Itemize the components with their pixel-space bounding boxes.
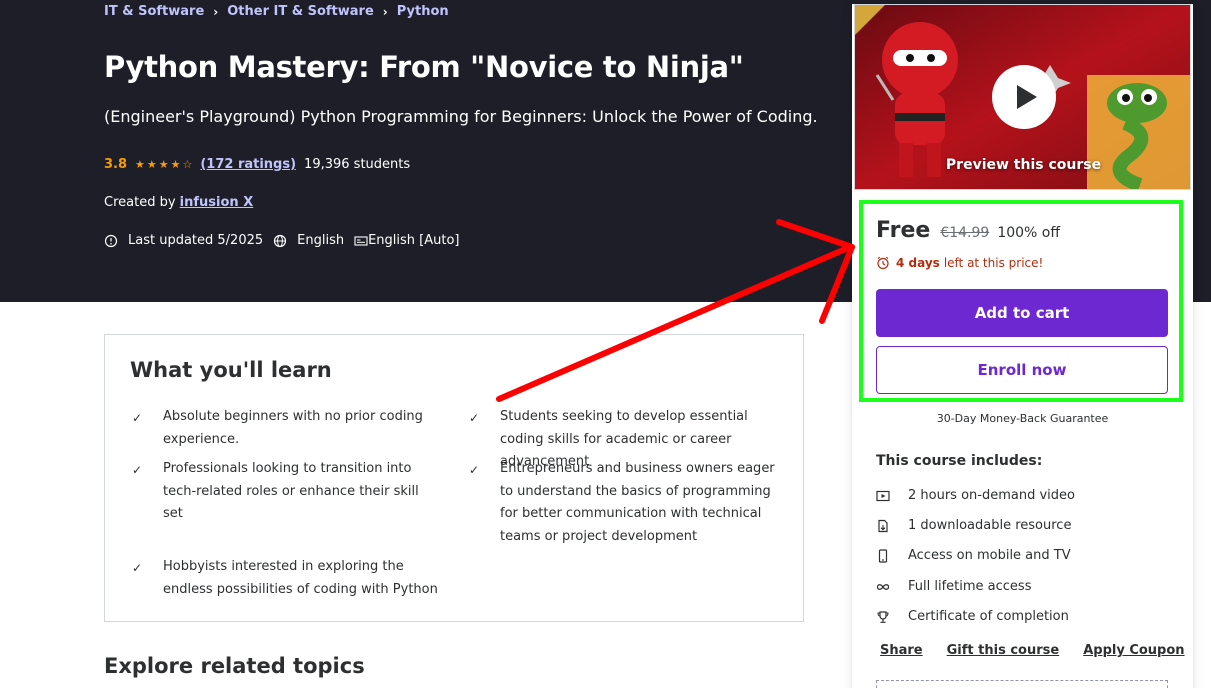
last-updated-text: Last updated 5/2025 bbox=[128, 233, 264, 248]
learn-item: ✓ Professionals looking to transition in… bbox=[132, 461, 419, 521]
breadcrumb-it-software[interactable]: IT & Software bbox=[104, 4, 204, 19]
checkmark-icon: ✓ bbox=[469, 463, 480, 477]
breadcrumb-python[interactable]: Python bbox=[397, 4, 449, 19]
share-link[interactable]: Share bbox=[880, 643, 923, 658]
checkmark-icon: ✓ bbox=[132, 561, 143, 575]
rating-value: 3.8 bbox=[104, 157, 128, 172]
breadcrumb: IT & Software › Other IT & Software › Py… bbox=[104, 4, 449, 19]
infinity-icon bbox=[876, 580, 890, 594]
urgency-days: 4 days bbox=[896, 256, 940, 270]
includes-title: This course includes: bbox=[876, 453, 1043, 469]
rating-row: 3.8 ★★★★☆ (172 ratings) 19,396 students bbox=[104, 157, 410, 172]
alert-badge-icon bbox=[104, 234, 118, 248]
file-download-icon bbox=[876, 519, 890, 533]
course-title: Python Mastery: From "Novice to Ninja" bbox=[104, 50, 744, 84]
alarm-clock-icon bbox=[876, 256, 890, 270]
course-preview[interactable]: Preview this course bbox=[854, 4, 1191, 190]
author-link[interactable]: infusion X bbox=[180, 195, 254, 210]
include-item-mobile: Access on mobile and TV bbox=[876, 548, 1071, 563]
checkmark-icon: ✓ bbox=[132, 411, 143, 425]
learn-item: ✓ Entrepreneurs and business owners eage… bbox=[469, 461, 775, 544]
mobile-icon bbox=[876, 548, 890, 563]
what-youll-learn-box: What you'll learn ✓ Absolute beginners w… bbox=[104, 334, 804, 622]
include-item-resource: 1 downloadable resource bbox=[876, 518, 1071, 533]
discount-percent: 100% off bbox=[997, 225, 1060, 241]
include-item-video: 2 hours on-demand video bbox=[876, 488, 1075, 503]
last-updated: Last updated 5/2025 bbox=[104, 233, 263, 248]
closed-captions-icon bbox=[354, 234, 368, 248]
sidebar-actions: Share Gift this course Apply Coupon bbox=[880, 643, 1209, 658]
checkmark-icon: ✓ bbox=[469, 411, 480, 425]
price-row: Free €14.99 100% off bbox=[876, 218, 1060, 243]
play-button[interactable] bbox=[992, 65, 1056, 129]
captions-text: English [Auto] bbox=[368, 233, 460, 248]
course-subtitle: (Engineer's Playground) Python Programmi… bbox=[104, 107, 818, 126]
captions: English [Auto] bbox=[354, 233, 460, 248]
video-icon bbox=[876, 489, 890, 503]
learn-item: ✓ Hobbyists interested in exploring the … bbox=[132, 559, 438, 597]
breadcrumb-other-it-software[interactable]: Other IT & Software bbox=[227, 4, 374, 19]
include-item-lifetime: Full lifetime access bbox=[876, 579, 1031, 594]
gift-course-link[interactable]: Gift this course bbox=[947, 643, 1060, 658]
add-to-cart-button[interactable]: Add to cart bbox=[876, 289, 1168, 337]
star-rating-icon: ★★★★☆ bbox=[135, 158, 195, 171]
explore-related-topics-title: Explore related topics bbox=[104, 654, 365, 678]
play-icon bbox=[1016, 85, 1037, 109]
money-back-guarantee: 30-Day Money-Back Guarantee bbox=[936, 412, 1109, 425]
created-by: Created by infusion X bbox=[104, 195, 253, 210]
globe-icon bbox=[273, 234, 287, 248]
original-price: €14.99 bbox=[940, 225, 990, 241]
checkmark-icon: ✓ bbox=[132, 463, 143, 477]
chevron-right-icon: › bbox=[213, 4, 219, 19]
ratings-count-link[interactable]: (172 ratings) bbox=[200, 157, 296, 172]
learn-title: What you'll learn bbox=[130, 358, 332, 382]
language: English bbox=[273, 233, 344, 248]
current-price: Free bbox=[876, 218, 931, 243]
include-item-certificate: Certificate of completion bbox=[876, 609, 1069, 624]
created-by-label: Created by bbox=[104, 195, 176, 210]
course-meta: Last updated 5/2025 English English [Aut… bbox=[104, 233, 470, 248]
urgency-text: left at this price! bbox=[943, 256, 1044, 270]
apply-coupon-link[interactable]: Apply Coupon bbox=[1083, 643, 1184, 658]
trophy-icon bbox=[876, 610, 890, 624]
coupon-code-box[interactable] bbox=[876, 680, 1168, 688]
learn-item: ✓ Absolute beginners with no prior codin… bbox=[132, 409, 423, 447]
chevron-right-icon: › bbox=[382, 4, 388, 19]
students-count: 19,396 students bbox=[304, 157, 411, 172]
enroll-now-button[interactable]: Enroll now bbox=[876, 346, 1168, 394]
language-text: English bbox=[297, 233, 345, 248]
preview-label: Preview this course bbox=[945, 157, 1102, 173]
purchase-sidebar: Preview this course Free €14.99 100% off… bbox=[852, 4, 1193, 688]
price-urgency: 4 days left at this price! bbox=[876, 256, 1043, 270]
